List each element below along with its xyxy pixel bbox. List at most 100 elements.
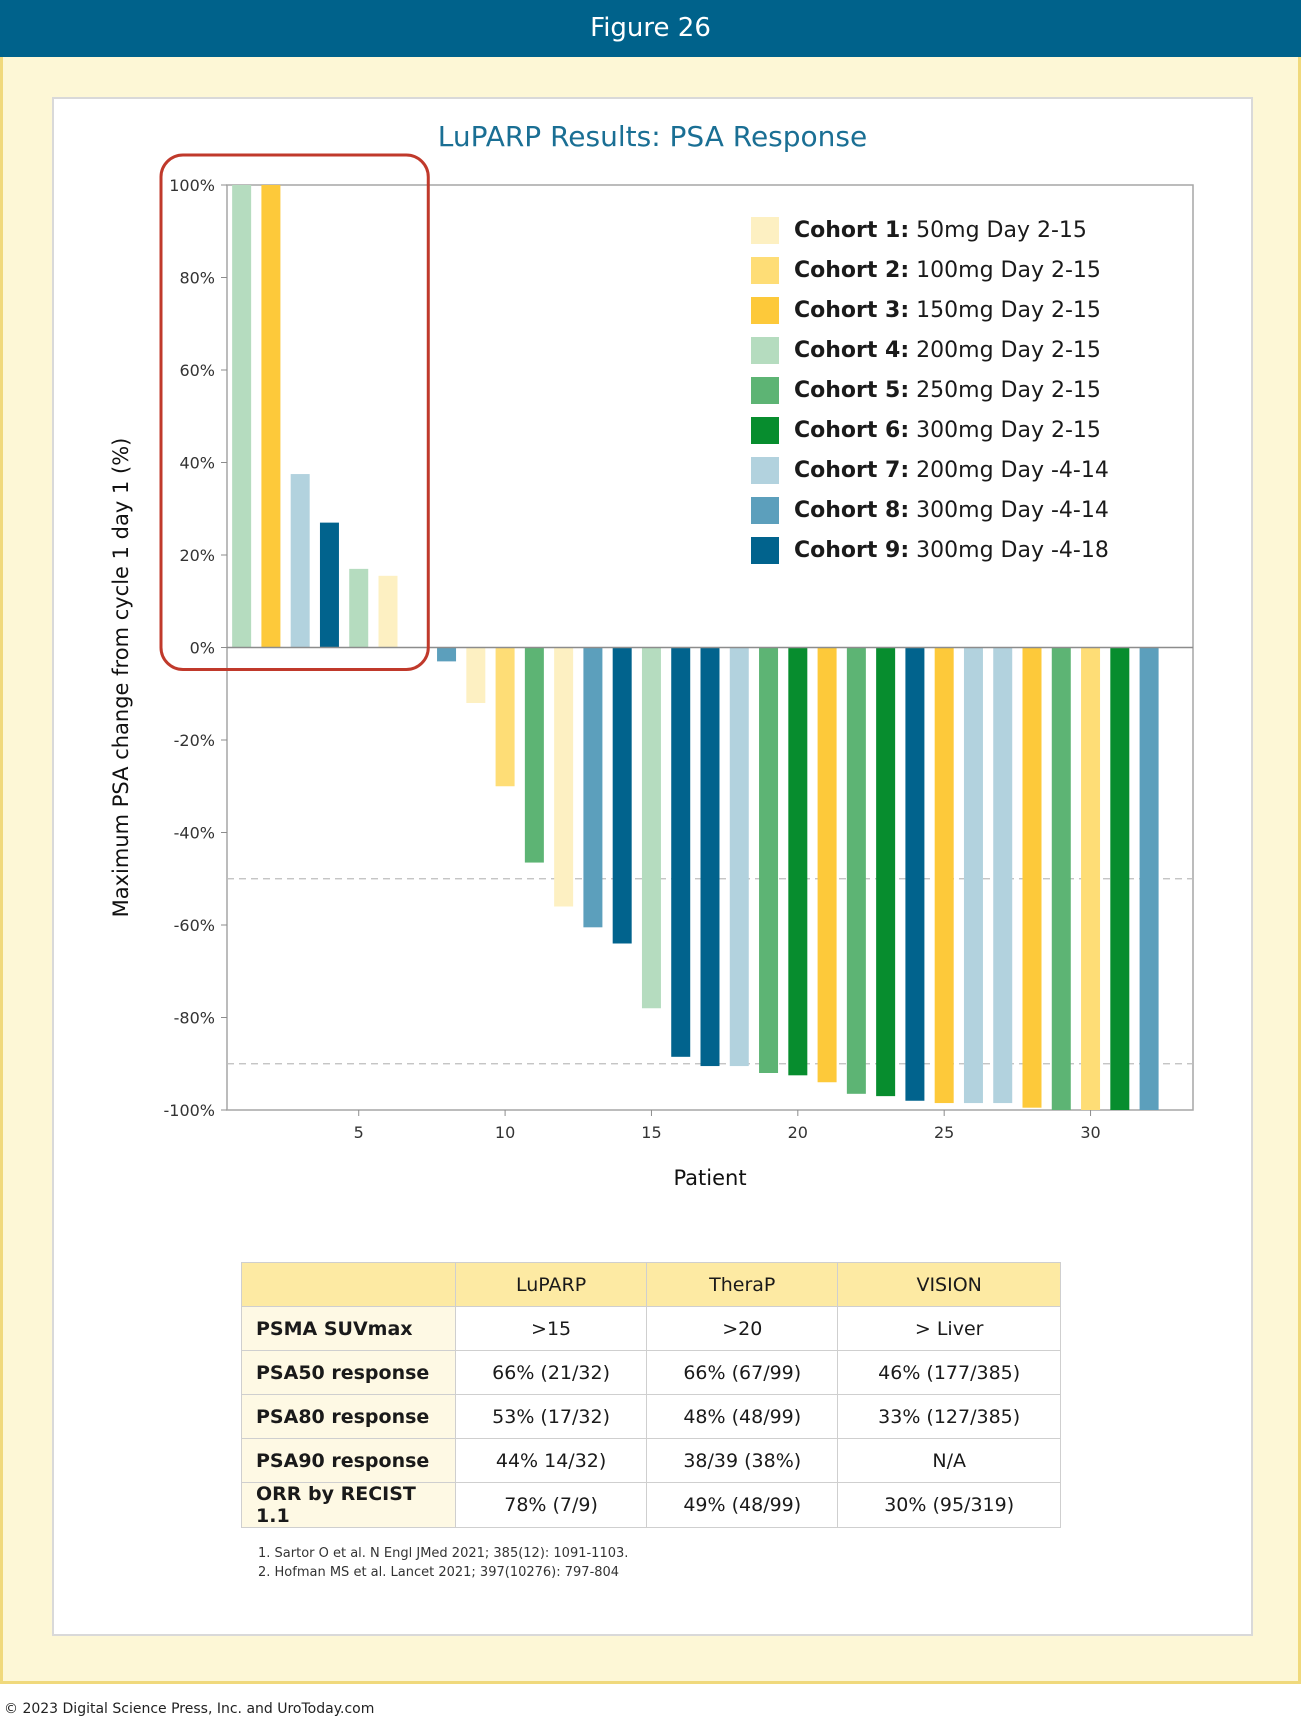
legend-cohort-desc: 300mg Day 2-15: [909, 417, 1101, 443]
bar-patient-1: [232, 185, 252, 648]
legend-item-cohort-7: Cohort 7: 200mg Day -4-14: [751, 450, 1109, 490]
x-tick-label: 10: [495, 1123, 515, 1142]
bar-patient-14: [612, 647, 632, 944]
legend-swatch: [751, 536, 779, 564]
table-cell: 30% (95/319): [837, 1482, 1061, 1528]
references: 1. Sartor O et al. N Engl JMed 2021; 385…: [258, 1544, 628, 1582]
bar-patient-21: [817, 647, 837, 1083]
table-column-header: TheraP: [646, 1262, 839, 1307]
table-cell: 66% (67/99): [646, 1350, 839, 1395]
legend-swatch: [751, 496, 779, 524]
bar-patient-2: [261, 185, 281, 648]
x-axis-title: Patient: [673, 1166, 746, 1190]
legend-item-cohort-8: Cohort 8: 300mg Day -4-14: [751, 490, 1109, 530]
bar-patient-22: [846, 647, 866, 1094]
legend-swatch: [751, 456, 779, 484]
y-tick-label: -20%: [174, 731, 215, 750]
table-cell: 53% (17/32): [454, 1394, 648, 1439]
table-cell: 44% 14/32): [454, 1438, 648, 1483]
bar-patient-28: [1022, 647, 1042, 1108]
table-cell: N/A: [837, 1438, 1061, 1483]
comparison-table: LuPARP TheraP VISION PSMA SUVmax >15 >20 > Li…: [241, 1262, 1061, 1528]
legend-item-cohort-2: Cohort 2: 100mg Day 2-15: [751, 250, 1109, 290]
table-cell: 38/39 (38%): [646, 1438, 839, 1483]
table-column-header: LuPARP: [454, 1262, 648, 1307]
bar-patient-17: [700, 647, 720, 1067]
legend-cohort-desc: 50mg Day 2-15: [909, 217, 1087, 243]
legend-cohort-label: Cohort 9:: [794, 537, 910, 563]
table-cell: 48% (48/99): [646, 1394, 839, 1439]
legend-cohort-desc: 300mg Day -4-14: [909, 497, 1109, 523]
reference-1: 1. Sartor O et al. N Engl JMed 2021; 385…: [258, 1546, 629, 1561]
bar-patient-13: [583, 647, 603, 928]
legend-item-cohort-6: Cohort 6: 300mg Day 2-15: [751, 410, 1109, 450]
table-row-label: PSA50 response: [241, 1350, 456, 1395]
bar-patient-11: [524, 647, 544, 863]
x-tick-label: 25: [934, 1123, 954, 1142]
legend-cohort-label: Cohort 2:: [794, 257, 910, 283]
psa-waterfall-chart: 100% 80% 60% 40% 20% 0% -20% -40% -60% -80% -100% 5…: [109, 153, 1194, 1190]
x-tick-label: 15: [641, 1123, 661, 1142]
table-cell: >15: [454, 1306, 648, 1351]
legend-cohort-label: Cohort 3:: [794, 297, 910, 323]
table-row: ORR by RECIST 1.1 78% (7/9) 49% (48/99) 30%…: [241, 1482, 1061, 1528]
bar-patient-12: [554, 647, 574, 907]
table-row: PSA90 response 44% 14/32) 38/39 (38%) N/A: [241, 1438, 1061, 1483]
bar-patient-24: [905, 647, 925, 1101]
table-cell: 49% (48/99): [646, 1482, 839, 1528]
x-tick-label: 20: [788, 1123, 808, 1142]
legend-cohort-label: Cohort 7:: [794, 457, 910, 483]
y-tick-label: -40%: [174, 824, 215, 843]
bar-patient-30: [1081, 647, 1101, 1110]
table-header-row: LuPARP TheraP VISION: [241, 1262, 1061, 1307]
bar-patient-26: [963, 647, 983, 1104]
table-cell: 33% (127/385): [837, 1394, 1061, 1439]
legend-item-cohort-9: Cohort 9: 300mg Day -4-18: [751, 530, 1109, 570]
legend-swatch: [751, 416, 779, 444]
bar-patient-27: [993, 647, 1013, 1104]
table-cell: 66% (21/32): [454, 1350, 648, 1395]
legend-cohort-desc: 150mg Day 2-15: [909, 297, 1101, 323]
y-axis-title: Maximum PSA change from cycle 1 day 1 (%…: [109, 438, 133, 918]
y-tick-label: 60%: [179, 361, 215, 380]
bar-patient-20: [788, 647, 808, 1076]
bar-patient-3: [290, 474, 310, 648]
legend-cohort-label: Cohort 6:: [794, 417, 910, 443]
bar-patient-6: [378, 575, 398, 648]
x-tick-label: 5: [354, 1123, 364, 1142]
bar-patient-10: [495, 647, 515, 787]
table-row: PSA50 response 66% (21/32) 66% (67/99) 46% …: [241, 1350, 1061, 1395]
y-tick-label: -60%: [174, 916, 215, 935]
bar-patient-19: [759, 647, 779, 1073]
bar-patient-9: [466, 647, 486, 703]
legend-item-cohort-1: Cohort 1: 50mg Day 2-15: [751, 210, 1109, 250]
table-cell: 46% (177/385): [837, 1350, 1061, 1395]
legend-cohort-desc: 300mg Day -4-18: [909, 537, 1109, 563]
legend-cohort-desc: 200mg Day 2-15: [909, 337, 1101, 363]
table-corner-cell: [241, 1262, 456, 1307]
legend-cohort-label: Cohort 5:: [794, 377, 910, 403]
bar-patient-23: [876, 647, 896, 1097]
table-cell: >20: [646, 1306, 839, 1351]
bar-patient-8: [437, 647, 457, 662]
bar-patient-16: [671, 647, 691, 1057]
legend-cohort-label: Cohort 8:: [794, 497, 910, 523]
table-cell: 78% (7/9): [454, 1482, 648, 1528]
y-tick-label: -100%: [163, 1101, 215, 1120]
legend-swatch: [751, 376, 779, 404]
copyright: © 2023 Digital Science Press, Inc. and U…: [4, 1701, 375, 1717]
legend-cohort-desc: 100mg Day 2-15: [909, 257, 1101, 283]
legend-item-cohort-4: Cohort 4: 200mg Day 2-15: [751, 330, 1109, 370]
y-tick-label: -80%: [174, 1009, 215, 1028]
table-row-label: ORR by RECIST 1.1: [241, 1482, 456, 1528]
reference-2: 2. Hofman MS et al. Lancet 2021; 397(102…: [258, 1565, 620, 1580]
legend-cohort-desc: 200mg Day -4-14: [909, 457, 1109, 483]
legend-swatch: [751, 296, 779, 324]
y-tick-label: 40%: [179, 454, 215, 473]
y-tick-label: 80%: [179, 269, 215, 288]
legend-cohort-label: Cohort 1:: [794, 217, 910, 243]
legend-cohort-label: Cohort 4:: [794, 337, 910, 363]
legend-item-cohort-3: Cohort 3: 150mg Day 2-15: [751, 290, 1109, 330]
bar-patient-32: [1139, 647, 1159, 1110]
bar-patient-18: [729, 647, 749, 1067]
